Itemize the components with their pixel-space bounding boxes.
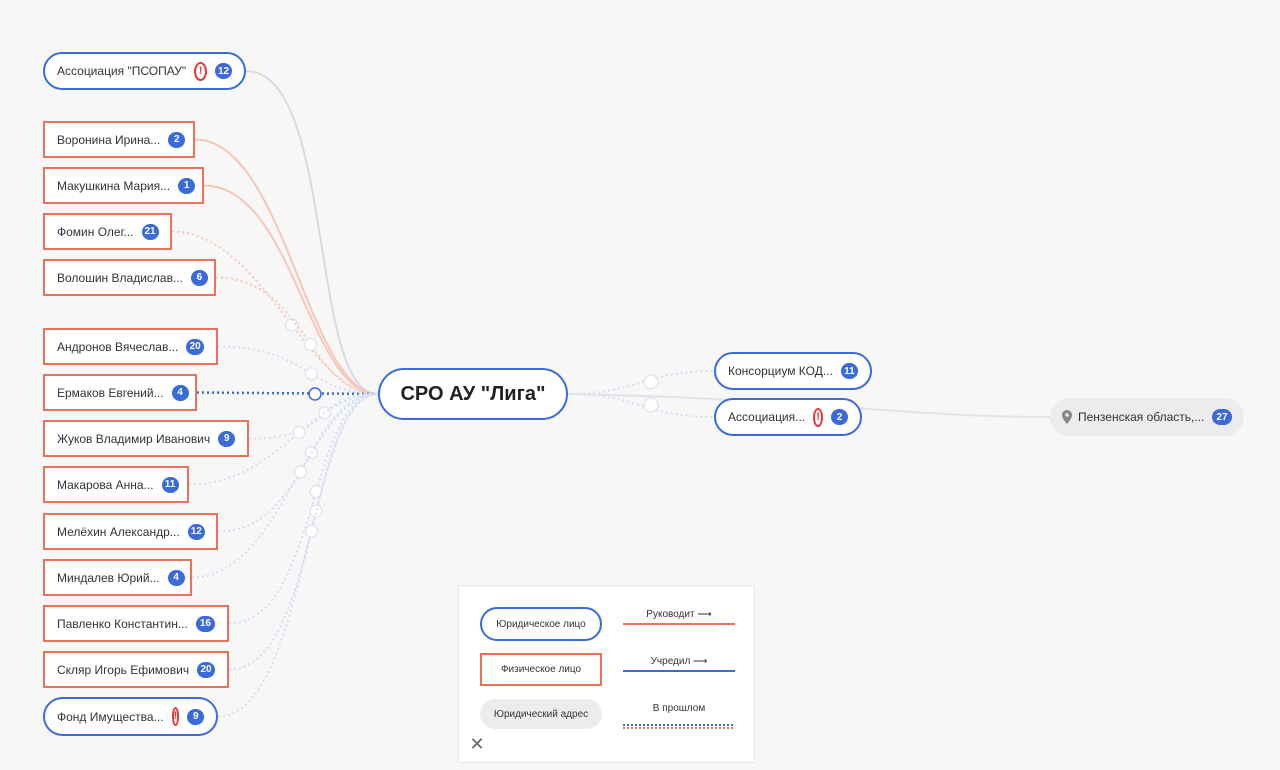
clock-icon <box>308 387 322 401</box>
count-badge[interactable]: 2 <box>831 409 848 425</box>
edge-marker <box>304 367 319 381</box>
edge-line <box>567 370 715 395</box>
left-0-legal-entity-node[interactable]: Ассоциация "ПСОПАУ"! 12 <box>43 52 246 90</box>
node-label: Андронов Вячеслав... <box>57 339 179 354</box>
left-7-individual-node[interactable]: Жуков Владимир Иванович 9 <box>43 420 249 457</box>
count-badge[interactable]: 4 <box>171 384 189 401</box>
legend-panel: Юридическое лицо Физическое лицо Юридиче… <box>458 585 755 763</box>
node-label: Скляр Игорь Ефимович <box>57 662 190 677</box>
count-badge[interactable]: 1 <box>178 177 196 194</box>
count-badge[interactable]: 20 <box>197 661 215 678</box>
edge-marker <box>643 374 659 390</box>
warning-icon[interactable]: ! <box>171 707 180 726</box>
left-11-individual-node[interactable]: Павленко Константин... 16 <box>43 605 229 642</box>
node-label: Макушкина Мария... <box>57 178 171 193</box>
count-badge[interactable]: 9 <box>187 708 205 725</box>
node-label: Консорциум КОД... <box>728 364 833 378</box>
legend-manages-line <box>623 623 735 625</box>
count-badge[interactable]: 11 <box>840 363 858 379</box>
left-4-individual-node[interactable]: Волошин Владислав... 6 <box>43 259 216 296</box>
left-13-legal-entity-node[interactable]: Фонд Имущества...! 9 <box>43 697 218 736</box>
legend-address-sample: Юридический адрес <box>480 699 602 729</box>
edge-line <box>196 391 379 396</box>
legend-address-label: Юридический адрес <box>493 708 589 720</box>
warning-icon[interactable]: ! <box>194 61 207 81</box>
map-pin-icon <box>1062 410 1072 424</box>
edge-line <box>171 230 379 395</box>
edge-marker <box>285 318 299 332</box>
count-badge[interactable]: 6 <box>190 269 208 286</box>
count-badge[interactable]: 27 <box>1212 409 1232 425</box>
edge-marker <box>293 465 308 479</box>
count-badge[interactable]: 9 <box>218 430 236 447</box>
legend-past-label: В прошлом <box>652 703 706 714</box>
left-3-individual-node[interactable]: Фомин Олег... 21 <box>43 213 172 250</box>
edge-marker <box>303 337 318 352</box>
count-badge[interactable]: 20 <box>186 338 204 355</box>
node-label: Жуков Владимир Иванович <box>57 431 211 446</box>
node-label: Мелёхин Александр... <box>57 524 180 539</box>
node-label: Ассоциация "ПСОПАУ" <box>57 64 187 78</box>
address-node[interactable]: Пензенская область,... 27 <box>1050 398 1244 436</box>
center-node[interactable]: СРО АУ "Лига" <box>378 368 568 420</box>
left-1-individual-node[interactable]: Воронина Ирина... 2 <box>43 121 195 158</box>
legend-founded-label: Учредил ⟶ <box>650 656 708 667</box>
edge-marker <box>309 504 323 518</box>
edge-marker <box>643 397 659 413</box>
count-badge[interactable]: 2 <box>168 131 186 148</box>
center-node-label: СРО АУ "Лига" <box>400 382 546 405</box>
edge-line <box>194 138 379 395</box>
node-label: Фонд Имущества... <box>57 709 164 724</box>
count-badge[interactable]: 12 <box>187 523 205 540</box>
left-9-individual-node[interactable]: Мелёхин Александр... 12 <box>43 513 218 550</box>
node-label: Миндалев Юрий... <box>57 570 160 585</box>
legend-manages-label: Руководит ⟶ <box>646 609 712 620</box>
node-label: Волошин Владислав... <box>57 270 183 285</box>
left-12-individual-node[interactable]: Скляр Игорь Ефимович 20 <box>43 651 229 688</box>
warning-icon[interactable]: ! <box>813 407 823 427</box>
count-badge[interactable]: 16 <box>195 615 215 632</box>
count-badge[interactable]: 12 <box>215 63 232 79</box>
count-badge[interactable]: 11 <box>161 476 179 493</box>
close-icon[interactable]: ✕ <box>467 734 487 754</box>
node-label: Павленко Константин... <box>57 616 188 631</box>
left-8-individual-node[interactable]: Макарова Анна... 11 <box>43 466 189 503</box>
legend-individual-label: Физическое лицо <box>500 664 582 675</box>
right-1-legal-entity-node[interactable]: Ассоциация...! 2 <box>714 398 862 436</box>
count-badge[interactable]: 4 <box>167 569 185 586</box>
left-10-individual-node[interactable]: Миндалев Юрий... 4 <box>43 559 192 596</box>
left-2-individual-node[interactable]: Макушкина Мария... 1 <box>43 167 204 204</box>
edge-line <box>217 393 379 533</box>
node-label: Ассоциация... <box>728 410 806 424</box>
address-label: Пензенская область,... <box>1078 410 1205 424</box>
node-label: Воронина Ирина... <box>57 132 161 147</box>
left-6-individual-node[interactable]: Ермаков Евгений... 4 <box>43 374 197 411</box>
node-label: Фомин Олег... <box>57 224 134 239</box>
legend-founded-line <box>623 670 735 672</box>
legend-individual-sample: Физическое лицо <box>480 653 602 686</box>
legend-legal-entity-sample: Юридическое лицо <box>480 607 602 641</box>
edge-marker <box>304 524 319 538</box>
node-label: Ермаков Евгений... <box>57 385 164 400</box>
right-0-legal-entity-node[interactable]: Консорциум КОД... 11 <box>714 352 872 390</box>
legend-legal-entity-label: Юридическое лицо <box>496 618 586 630</box>
left-5-individual-node[interactable]: Андронов Вячеслав... 20 <box>43 328 218 365</box>
node-label: Макарова Анна... <box>57 477 154 492</box>
edge-marker <box>292 425 306 440</box>
count-badge[interactable]: 21 <box>141 223 159 240</box>
legend-past-line <box>623 716 735 729</box>
